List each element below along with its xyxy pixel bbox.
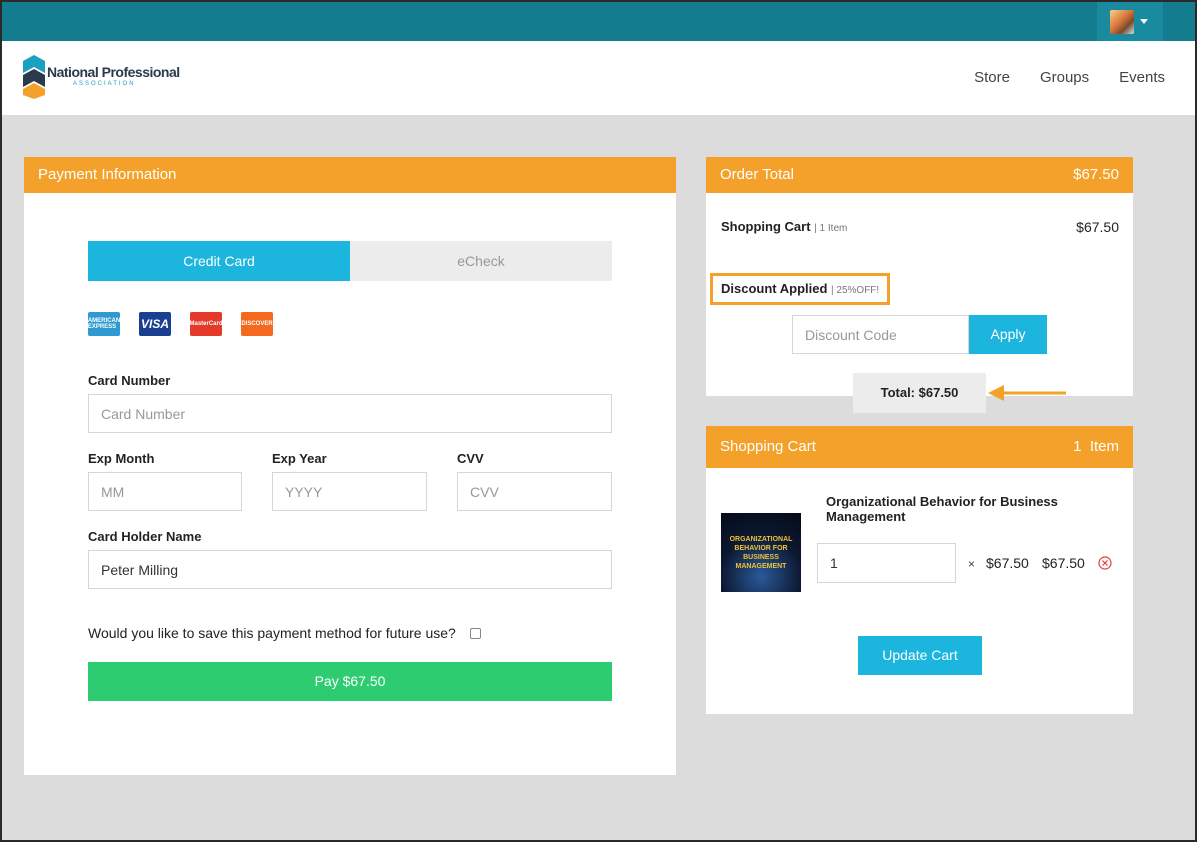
remove-item-icon[interactable] bbox=[1098, 556, 1112, 570]
site-header: National Professional ASSOCIATION Store … bbox=[2, 41, 1195, 115]
nav-events[interactable]: Events bbox=[1119, 69, 1165, 86]
shopping-cart-title: Shopping Cart bbox=[720, 438, 816, 455]
accepted-cards: AMERICAN EXPRESS VISA MasterCard DISCOVE… bbox=[88, 312, 273, 336]
exp-month-label: Exp Month bbox=[88, 451, 155, 466]
tab-credit-card[interactable]: Credit Card bbox=[88, 241, 350, 281]
logo-subtext: ASSOCIATION bbox=[73, 81, 136, 87]
line-total: $67.50 bbox=[1042, 555, 1085, 571]
card-holder-input[interactable] bbox=[88, 550, 612, 589]
order-cart-note: | 1 Item bbox=[814, 223, 848, 234]
mastercard-card-icon: MasterCard bbox=[190, 312, 223, 336]
logo-text: National Professional bbox=[47, 64, 180, 80]
order-cart-label: Shopping Cart bbox=[721, 219, 811, 234]
order-total-title: Order Total bbox=[720, 166, 794, 183]
discount-code-input[interactable] bbox=[792, 315, 969, 354]
top-bar bbox=[2, 2, 1195, 41]
save-payment-checkbox[interactable] bbox=[469, 627, 481, 639]
shopping-cart-header: Shopping Cart 1 Item bbox=[706, 426, 1133, 468]
payment-panel: Credit Card eCheck AMERICAN EXPRESS VISA… bbox=[24, 193, 676, 775]
times-sign: × bbox=[968, 557, 976, 571]
amex-card-icon: AMERICAN EXPRESS bbox=[88, 312, 120, 336]
cvv-label: CVV bbox=[457, 451, 484, 466]
tab-echeck[interactable]: eCheck bbox=[350, 241, 612, 281]
order-total-header: Order Total $67.50 bbox=[706, 157, 1133, 193]
arrow-left-icon bbox=[988, 385, 1066, 401]
shopping-cart-panel: ORGANIZATIONAL BEHAVIOR FOR BUSINESS MAN… bbox=[706, 468, 1133, 714]
cart-item-title[interactable]: Organizational Behavior for Business Man… bbox=[826, 494, 1116, 524]
card-holder-label: Card Holder Name bbox=[88, 529, 202, 544]
exp-year-input[interactable] bbox=[272, 472, 427, 511]
discount-note: | 25%OFF! bbox=[831, 285, 880, 296]
order-total-amount: $67.50 bbox=[1073, 166, 1119, 183]
caret-down-icon[interactable] bbox=[1140, 19, 1148, 24]
order-total-panel: Shopping Cart | 1 Item $67.50 Discount A… bbox=[706, 193, 1133, 413]
card-number-input[interactable] bbox=[88, 394, 612, 433]
main-nav: Store Groups Events bbox=[974, 69, 1165, 86]
payment-panel-header: Payment Information bbox=[24, 157, 676, 193]
discount-applied-highlight: Discount Applied | 25%OFF! bbox=[710, 273, 890, 305]
save-payment-row: Would you like to save this payment meth… bbox=[88, 625, 481, 641]
shopping-cart-count: 1 Item bbox=[1073, 438, 1119, 455]
discover-card-icon: DISCOVER bbox=[241, 312, 273, 336]
visa-card-icon: VISA bbox=[139, 312, 171, 336]
card-number-label: Card Number bbox=[88, 373, 171, 388]
order-total-box: Total: $67.50 bbox=[853, 373, 986, 413]
avatar[interactable] bbox=[1110, 9, 1134, 34]
order-cart-amount: $67.50 bbox=[1076, 219, 1119, 235]
book-cover-text: ORGANIZATIONAL BEHAVIOR FOR BUSINESS MAN… bbox=[729, 535, 793, 570]
payment-panel-title: Payment Information bbox=[38, 166, 177, 183]
quantity-input[interactable] bbox=[817, 543, 956, 583]
discount-applied-label: Discount Applied bbox=[721, 281, 828, 296]
user-menu[interactable] bbox=[1097, 2, 1163, 41]
unit-price: $67.50 bbox=[986, 555, 1029, 571]
update-cart-button[interactable]: Update Cart bbox=[858, 636, 982, 675]
pay-button[interactable]: Pay $67.50 bbox=[88, 662, 612, 701]
payment-method-tabs: Credit Card eCheck bbox=[88, 241, 612, 281]
save-payment-question: Would you like to save this payment meth… bbox=[88, 625, 456, 641]
order-cart-line: Shopping Cart | 1 Item bbox=[721, 219, 847, 234]
exp-month-input[interactable] bbox=[88, 472, 242, 511]
exp-year-label: Exp Year bbox=[272, 451, 327, 466]
hexagon-logo-icon bbox=[23, 55, 45, 99]
apply-discount-button[interactable]: Apply bbox=[969, 315, 1047, 354]
nav-groups[interactable]: Groups bbox=[1040, 69, 1089, 86]
nav-store[interactable]: Store bbox=[974, 69, 1010, 86]
logo[interactable]: National Professional ASSOCIATION bbox=[23, 55, 183, 99]
cvv-input[interactable] bbox=[457, 472, 612, 511]
book-cover-image[interactable]: ORGANIZATIONAL BEHAVIOR FOR BUSINESS MAN… bbox=[721, 513, 801, 592]
